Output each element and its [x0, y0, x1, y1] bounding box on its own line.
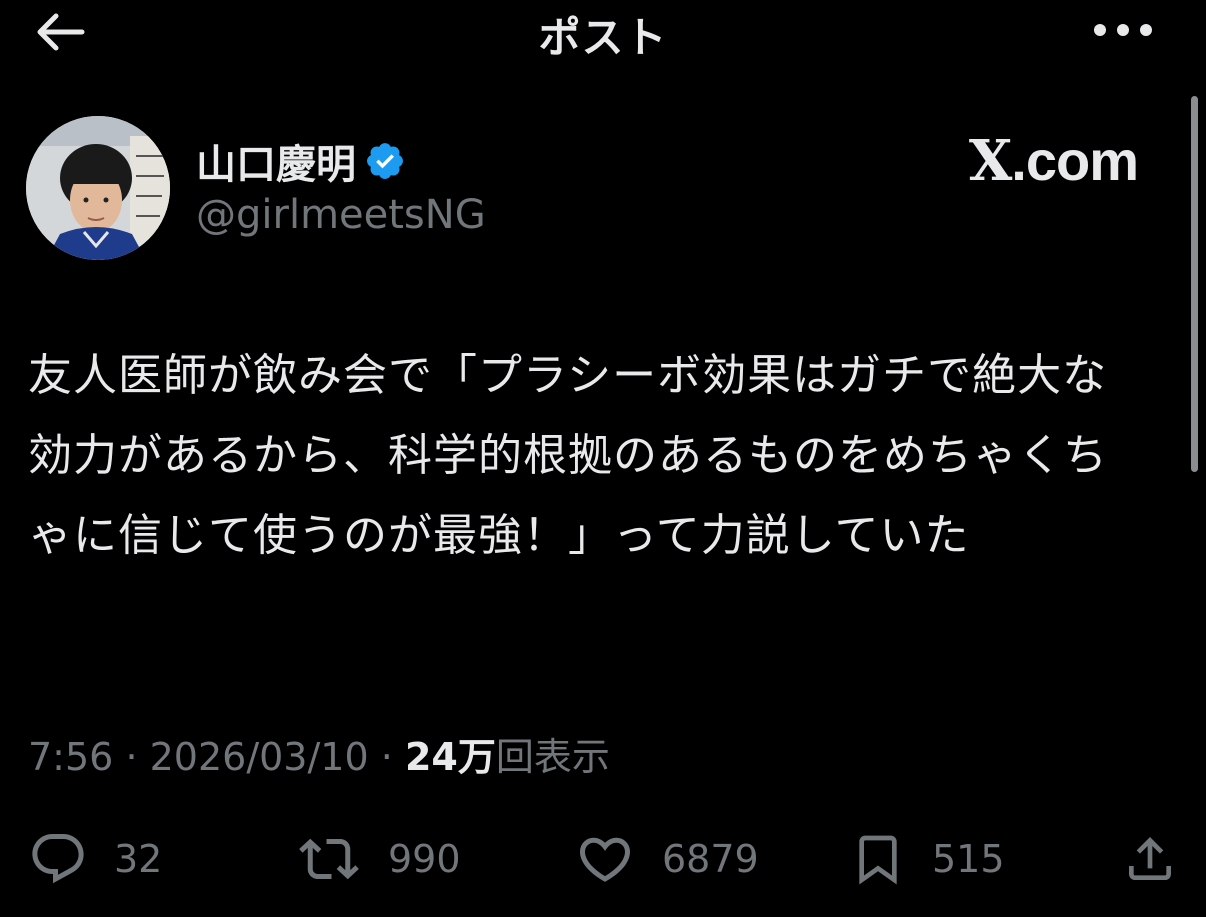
repost-count: 990	[388, 837, 461, 881]
avatar[interactable]	[26, 116, 170, 260]
author-display-name[interactable]: 山口慶明	[196, 132, 406, 190]
verified-badge-icon	[367, 143, 403, 179]
display-name-text: 山口慶明	[196, 142, 356, 188]
repost-icon	[299, 838, 359, 880]
brand-suffix: .com	[1011, 129, 1139, 192]
reply-button[interactable]: 32	[28, 824, 162, 894]
bookmark-icon	[859, 835, 897, 885]
bookmark-count: 515	[932, 837, 1005, 881]
page-title: ポスト	[538, 13, 668, 62]
like-icon	[579, 837, 631, 882]
more-options-button[interactable]	[1088, 10, 1158, 50]
post-metadata: 7:56 · 2026/03/10 · 24万回表示	[28, 726, 610, 781]
more-icon	[1094, 24, 1152, 36]
reply-count: 32	[114, 837, 163, 881]
x-com-watermark: X.com	[968, 128, 1139, 194]
x-logo-glyph: X	[968, 128, 1012, 194]
share-icon	[1129, 837, 1171, 880]
views-count[interactable]: 24万	[405, 735, 496, 779]
scrollbar[interactable]	[1191, 96, 1198, 472]
repost-button[interactable]: 990	[296, 824, 461, 894]
avatar-photo	[26, 116, 170, 260]
post-date[interactable]: 2026/03/10	[150, 735, 369, 779]
post-detail-page: ポスト 山口慶明 @girlmeetsNG X.com 友人医師が飲み会で「プラ…	[0, 0, 1206, 917]
bookmark-button[interactable]: 515	[850, 824, 1005, 894]
top-bar: ポスト	[0, 0, 1206, 64]
meta-separator: ·	[380, 735, 393, 779]
author-handle[interactable]: @girlmeetsNG	[196, 192, 486, 238]
post-text: 友人医師が飲み会で「プラシーボ効果はガチで絶大な効力があるから、科学的根拠のある…	[28, 350, 1108, 561]
like-button[interactable]: 6879	[574, 824, 759, 894]
views-label: 回表示	[495, 735, 610, 779]
reply-icon	[32, 834, 84, 884]
share-button[interactable]	[1122, 824, 1178, 894]
post-time[interactable]: 7:56	[28, 735, 113, 779]
meta-separator: ·	[125, 735, 138, 779]
like-count: 6879	[662, 837, 759, 881]
action-bar: 32 990 6879 515	[0, 824, 1206, 894]
